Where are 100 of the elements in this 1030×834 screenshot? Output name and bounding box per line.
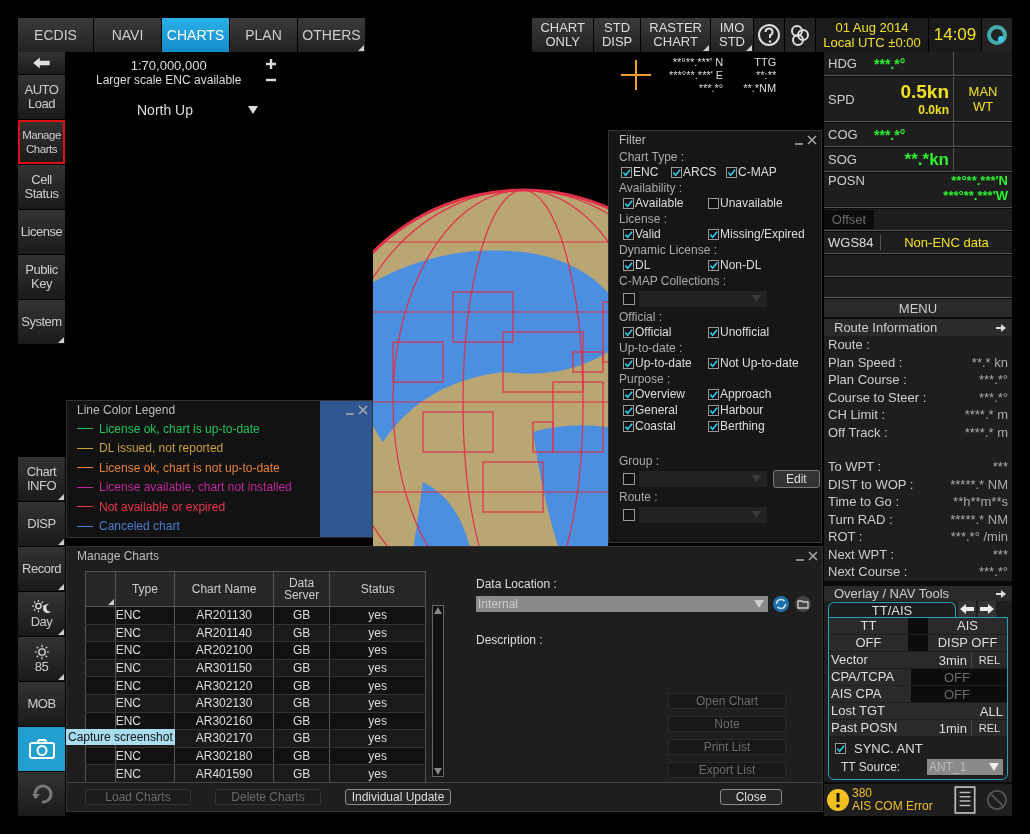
action-button[interactable]: Individual Update — [345, 789, 451, 805]
checkbox-label[interactable]: Berthing — [720, 419, 765, 434]
menu-tab[interactable]: OTHERS — [298, 18, 365, 52]
sidebar-button[interactable]: System — [18, 300, 65, 344]
left-arrow-icon[interactable] — [958, 601, 976, 617]
mode-button[interactable]: REL — [971, 652, 1007, 668]
checkbox[interactable] — [623, 358, 634, 369]
folder-icon[interactable] — [794, 595, 812, 613]
setting-value[interactable]: 1min — [911, 720, 971, 736]
right-arrow-icon[interactable] — [996, 323, 1006, 332]
checkbox[interactable] — [708, 260, 719, 271]
checkbox-label[interactable]: General — [635, 403, 678, 418]
checkbox[interactable] — [623, 293, 635, 305]
checkbox[interactable] — [623, 260, 634, 271]
checkbox-label[interactable]: Harbour — [720, 403, 764, 418]
checkbox[interactable] — [623, 405, 634, 416]
right-arrow-icon[interactable] — [996, 589, 1006, 598]
dropdown-arrow-icon[interactable] — [248, 106, 259, 114]
checkbox[interactable] — [708, 421, 719, 432]
sidebar-button[interactable]: 85 — [18, 637, 65, 681]
sidebar-button[interactable]: Manage Charts — [18, 120, 65, 164]
checkbox[interactable] — [621, 167, 632, 178]
checkbox-label[interactable]: Unofficial — [720, 325, 770, 340]
checkbox[interactable] — [623, 229, 634, 240]
checkbox-label[interactable]: Overview — [635, 387, 685, 402]
checkbox[interactable] — [623, 473, 635, 485]
checkbox[interactable] — [623, 389, 634, 400]
menu-tab[interactable]: PLAN — [230, 18, 297, 52]
tt-toggle[interactable]: OFF — [829, 635, 908, 651]
checkbox[interactable] — [623, 198, 634, 209]
checkbox-label[interactable]: Missing/Expired — [720, 227, 805, 242]
checkbox-label[interactable]: Approach — [720, 387, 772, 402]
scrollbar[interactable] — [432, 605, 444, 777]
scroll-down-icon[interactable] — [434, 768, 443, 775]
checkbox-label[interactable]: Non-DL — [720, 258, 762, 273]
checkbox-label[interactable]: Up-to-date — [635, 356, 692, 371]
checkbox-label[interactable]: Official — [635, 325, 672, 340]
checkbox[interactable] — [623, 421, 634, 432]
checkbox[interactable] — [726, 167, 737, 178]
checkbox[interactable] — [708, 405, 719, 416]
ais-toggle[interactable]: DISP OFF — [928, 635, 1007, 651]
zoom-in-icon[interactable] — [265, 58, 278, 70]
checkbox-label[interactable]: Valid — [635, 227, 661, 242]
right-arrow-icon[interactable] — [978, 601, 996, 617]
edit-button[interactable]: Edit — [773, 470, 820, 488]
display-button[interactable]: RASTER CHART — [641, 18, 710, 52]
checkbox-label[interactable]: SYNC. ANT — [854, 741, 923, 756]
column-header[interactable]: Chart Name — [174, 571, 274, 607]
close-icon[interactable] — [808, 551, 818, 561]
warning-icon[interactable] — [826, 788, 850, 812]
sidebar-button[interactable]: Day — [18, 592, 65, 636]
dropdown-field[interactable] — [639, 291, 767, 307]
checkbox[interactable] — [671, 167, 682, 178]
sidebar-button[interactable] — [18, 52, 65, 74]
checkbox-label[interactable]: Available — [635, 196, 684, 211]
tt-ais-tab[interactable]: TT/AIS — [828, 602, 956, 617]
sidebar-button[interactable]: Cell Status — [18, 165, 65, 209]
checkbox[interactable] — [708, 358, 719, 369]
menu-button[interactable]: MENU — [824, 299, 1012, 317]
sidebar-button[interactable]: AUTO Load — [18, 75, 65, 119]
ring-icon[interactable] — [982, 18, 1012, 52]
help-icon[interactable] — [754, 18, 784, 52]
sidebar-button[interactable]: Chart INFO — [18, 457, 65, 501]
checkbox[interactable] — [708, 389, 719, 400]
checkbox[interactable] — [708, 327, 719, 338]
menu-tab[interactable]: NAVI — [94, 18, 161, 52]
checkbox-label[interactable]: ENC — [633, 165, 659, 180]
checkbox-label[interactable]: C-MAP — [738, 165, 777, 180]
checkbox[interactable] — [623, 327, 634, 338]
sidebar-button[interactable]: Public Key — [18, 255, 65, 299]
setting-value[interactable]: 3min — [911, 652, 971, 668]
checkbox-label[interactable]: Not Up-to-date — [720, 356, 799, 371]
sidebar-button[interactable]: Record — [18, 547, 65, 591]
setting-value[interactable]: ALL — [911, 703, 1007, 719]
sidebar-button[interactable]: DISP — [18, 502, 65, 546]
close-icon[interactable] — [807, 135, 817, 145]
orientation-mode[interactable]: North Up — [137, 102, 194, 118]
sidebar-button[interactable]: MOB — [18, 682, 65, 726]
scroll-up-icon[interactable] — [434, 607, 443, 614]
checkbox-label[interactable]: ARCS — [683, 165, 717, 180]
checkbox[interactable] — [708, 198, 719, 209]
checkbox[interactable] — [623, 509, 635, 521]
display-button[interactable]: STD DISP — [593, 18, 641, 52]
dropdown-field[interactable] — [639, 507, 767, 523]
display-button[interactable]: CHART ONLY — [532, 18, 593, 52]
menu-tab[interactable]: ECDIS — [18, 18, 93, 52]
sidebar-button[interactable]: License — [18, 210, 65, 254]
checkbox-label[interactable]: Unavailable — [720, 196, 783, 211]
mode-button[interactable]: REL — [971, 720, 1007, 736]
refresh-icon[interactable] — [772, 595, 790, 613]
layers-icon[interactable] — [785, 18, 815, 52]
checkbox-label[interactable]: Coastal — [635, 419, 676, 434]
column-header[interactable]: Status — [329, 571, 426, 607]
checkbox[interactable] — [835, 743, 846, 754]
action-button[interactable]: Close — [720, 789, 782, 805]
checkbox[interactable] — [708, 229, 719, 240]
column-header[interactable]: Data Server — [273, 571, 330, 607]
checkbox-label[interactable]: DL — [635, 258, 651, 273]
column-header[interactable]: Type — [115, 571, 175, 607]
dropdown-field[interactable] — [639, 471, 767, 487]
